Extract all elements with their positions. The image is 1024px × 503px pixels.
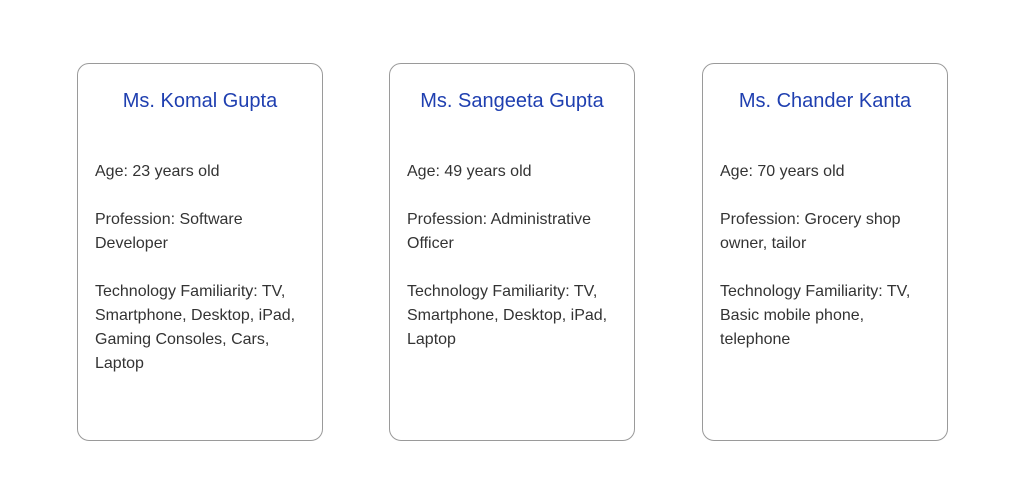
- persona-card-komal-gupta: Ms. Komal Gupta Age: 23 years old Profes…: [77, 63, 323, 441]
- persona-card-chander-kanta: Ms. Chander Kanta Age: 70 years old Prof…: [702, 63, 948, 441]
- persona-name: Ms. Komal Gupta: [122, 90, 278, 112]
- persona-details: Age: 49 years old Profession: Administra…: [407, 160, 620, 376]
- persona-technology-familiarity: Technology Familiarity: TV, Basic mobile…: [720, 283, 911, 348]
- persona-name: Ms. Sangeeta Gupta: [420, 90, 604, 112]
- persona-technology-familiarity: Technology Familiarity: TV, Smartphone, …: [95, 283, 296, 372]
- persona-profession: Profession: Software Developer: [95, 211, 243, 252]
- persona-details: Age: 23 years old Profession: Software D…: [95, 160, 308, 400]
- persona-profession: Profession: Grocery shop owner, tailor: [720, 211, 901, 252]
- persona-name: Ms. Chander Kanta: [738, 90, 912, 112]
- persona-profession: Profession: Administrative Officer: [407, 211, 592, 252]
- persona-age: Age: 70 years old: [720, 163, 845, 180]
- persona-technology-familiarity: Technology Familiarity: TV, Smartphone, …: [407, 283, 608, 348]
- persona-card-sangeeta-gupta: Ms. Sangeeta Gupta Age: 49 years old Pro…: [389, 63, 635, 441]
- persona-age: Age: 23 years old: [95, 163, 220, 180]
- persona-details: Age: 70 years old Profession: Grocery sh…: [720, 160, 933, 376]
- persona-age: Age: 49 years old: [407, 163, 532, 180]
